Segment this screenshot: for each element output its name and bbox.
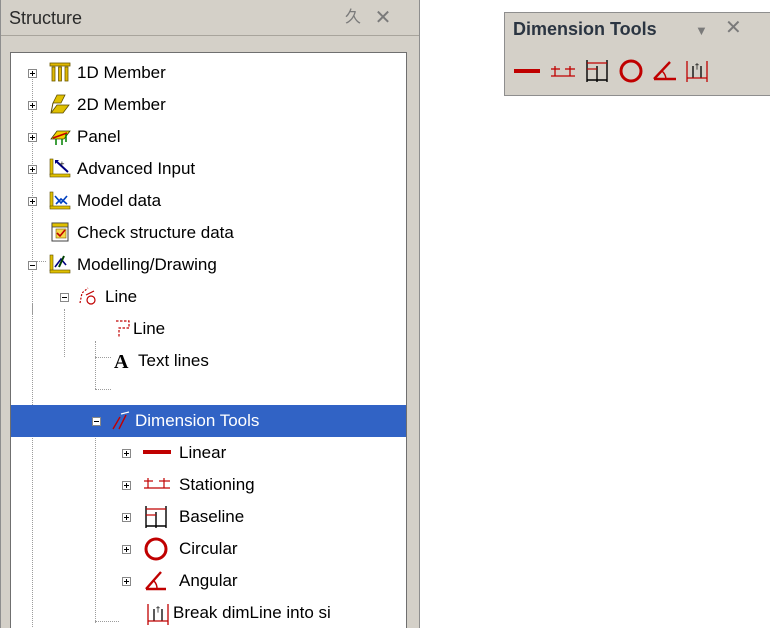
collapse-icon[interactable] <box>60 293 69 302</box>
svg-text:+: + <box>59 160 65 168</box>
tree-item-modelling-drawing[interactable]: Modelling/Drawing <box>11 249 406 281</box>
line-group-icon <box>79 287 96 305</box>
modelling-drawing-icon <box>49 254 71 274</box>
toolbar-close-icon[interactable]: ✕ <box>725 18 745 38</box>
tree-item-break-dimline[interactable]: † Break dimLine into si <box>11 597 406 628</box>
linear-icon <box>143 450 171 454</box>
dimension-tools-icon <box>112 411 130 430</box>
svg-text:†: † <box>156 605 160 614</box>
tree-item-panel[interactable]: Panel <box>11 121 406 153</box>
svg-text:A: A <box>114 351 129 371</box>
tree-item-label: 2D Member <box>77 95 166 114</box>
structure-panel-title: Structure <box>9 8 83 28</box>
tree-item-label: Text lines <box>138 351 209 370</box>
angular-icon[interactable] <box>651 57 679 85</box>
structure-panel: Structure 久 ✕ 1D Member 2D Member Panel … <box>0 0 420 628</box>
expand-icon[interactable] <box>122 449 131 458</box>
linear-dimension-icon[interactable] <box>513 57 541 85</box>
expand-icon[interactable] <box>122 513 131 522</box>
tree-item-model-data[interactable]: Model data <box>11 185 406 217</box>
tree-item-label: Line <box>133 319 166 338</box>
stationing-icon <box>144 478 170 489</box>
tree-item-label: Check structure data <box>77 223 234 242</box>
line-icon <box>116 320 130 337</box>
tree-item-circular[interactable]: Circular <box>11 533 406 565</box>
1d-member-icon <box>49 62 71 82</box>
tree-item-label: Line <box>105 287 138 306</box>
angular-icon <box>145 571 166 591</box>
expand-icon[interactable] <box>122 481 131 490</box>
stationing-icon[interactable] <box>549 57 577 85</box>
dimension-tools-toolbar: Dimension Tools ▼ ✕ † <box>504 12 770 96</box>
tree-item-baseline[interactable]: Baseline <box>11 501 406 533</box>
tree-item-linear[interactable]: Linear <box>11 437 406 469</box>
tree-item-angular[interactable]: Angular <box>11 565 406 597</box>
tree-item-label: 1D Member <box>77 63 166 82</box>
tree-item-stationing[interactable]: Stationing <box>11 469 406 501</box>
2d-member-icon <box>50 94 70 114</box>
tree-item-label: Linear <box>179 443 227 462</box>
advanced-input-icon: + <box>49 158 71 178</box>
tree-item-label: Break dimLine into si <box>173 603 331 622</box>
panel-icon <box>50 130 71 145</box>
tree-item-label: Angular <box>179 571 238 590</box>
tree-item-label: Model data <box>77 191 162 210</box>
tree-item-label: Advanced Input <box>77 159 196 178</box>
pin-icon[interactable]: 久 <box>343 8 363 28</box>
expand-icon[interactable] <box>28 133 37 142</box>
expand-icon[interactable] <box>122 577 131 586</box>
expand-icon[interactable] <box>28 165 37 174</box>
tree-item-line-group[interactable]: Line <box>11 281 406 313</box>
tree-item-2d-member[interactable]: 2D Member <box>11 89 406 121</box>
model-data-icon <box>49 191 71 210</box>
svg-text:†: † <box>695 62 699 71</box>
tree-item-label: Circular <box>179 539 238 558</box>
expand-icon[interactable] <box>28 69 37 78</box>
baseline-icon <box>145 506 167 528</box>
break-dimline-icon: † <box>147 604 169 625</box>
structure-tree[interactable]: 1D Member 2D Member Panel + Advanced Inp… <box>10 52 407 628</box>
tree-item-check-structure-data[interactable]: Check structure data <box>11 217 406 249</box>
baseline-icon[interactable] <box>583 57 611 85</box>
collapse-icon[interactable] <box>92 417 101 426</box>
tree-item-dimension-tools[interactable]: Dimension Tools <box>11 405 406 437</box>
text-lines-icon: A <box>114 351 129 371</box>
circular-icon <box>144 537 168 561</box>
tree-item-label: Modelling/Drawing <box>77 255 217 274</box>
tree-item-label: Stationing <box>179 475 255 494</box>
break-dimline-icon[interactable]: † <box>683 57 711 85</box>
toolbar-options-icon[interactable]: ▼ <box>695 23 711 38</box>
expand-icon[interactable] <box>28 197 37 206</box>
tree-item-label: Baseline <box>179 507 245 526</box>
tree-item-advanced-input[interactable]: + Advanced Input <box>11 153 406 185</box>
collapse-icon[interactable] <box>28 261 37 270</box>
expand-icon[interactable] <box>122 545 131 554</box>
tree-line <box>95 389 111 390</box>
tree-item-line[interactable]: Line <box>11 313 406 345</box>
close-icon[interactable]: ✕ <box>373 8 393 28</box>
tree-item-1d-member[interactable]: 1D Member <box>11 57 406 89</box>
structure-panel-header: Structure 久 ✕ <box>1 0 419 36</box>
circular-icon[interactable] <box>617 57 645 85</box>
tree-item-label: Panel <box>77 127 121 146</box>
expand-icon[interactable] <box>28 101 37 110</box>
tree-item-label: Dimension Tools <box>135 411 260 430</box>
tree-item-text-lines[interactable]: A Text lines <box>11 345 406 377</box>
toolbar-title: Dimension Tools <box>513 19 657 39</box>
check-structure-data-icon <box>51 222 69 242</box>
